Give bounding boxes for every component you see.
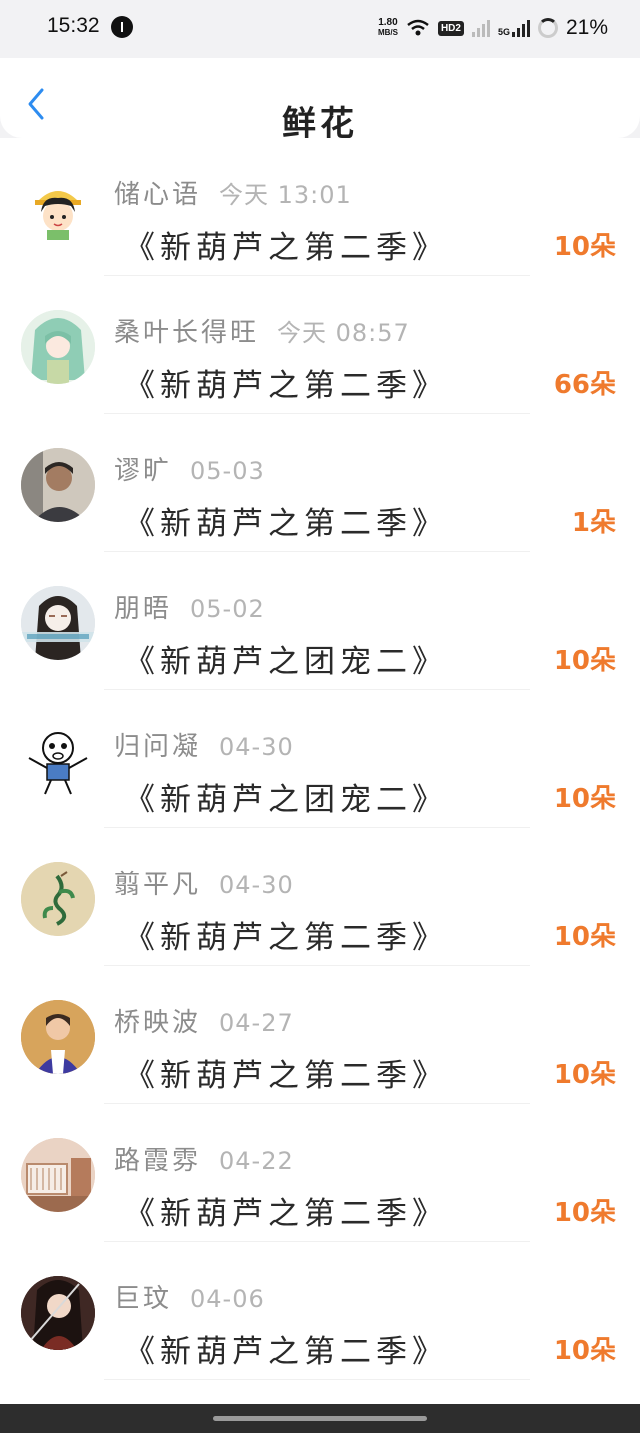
header: 鲜花 bbox=[0, 58, 640, 138]
battery-percent: 21% bbox=[565, 16, 608, 39]
send-time: 04-22 bbox=[219, 1147, 294, 1175]
send-time: 04-30 bbox=[219, 871, 294, 899]
avatar[interactable] bbox=[21, 310, 95, 384]
home-indicator[interactable] bbox=[213, 1416, 427, 1421]
list-item[interactable]: 归问凝 04-30 《新葫芦之团宠二》 10朵 bbox=[0, 690, 640, 828]
sender-name: 巨玟 bbox=[114, 1284, 173, 1314]
send-time: 04-27 bbox=[219, 1009, 294, 1037]
send-time: 04-30 bbox=[219, 733, 294, 761]
signal-sim1-icon bbox=[471, 19, 490, 37]
list-item[interactable]: 桥映波 04-27 《新葫芦之第二季》 10朵 bbox=[0, 966, 640, 1104]
notification-icon bbox=[111, 16, 133, 38]
flower-count: 10朵 bbox=[553, 232, 616, 262]
flower-count: 10朵 bbox=[553, 1336, 616, 1366]
send-time: 05-02 bbox=[190, 595, 265, 623]
flower-count: 1朵 bbox=[571, 508, 616, 538]
send-time: 05-03 bbox=[190, 457, 265, 485]
wifi-icon bbox=[407, 19, 429, 36]
status-bar: 15:32 1.80 MB/S HD2 5G 21% bbox=[0, 0, 640, 58]
work-title: 《新葫芦之第二季》 bbox=[124, 1334, 448, 1370]
net-speed-value: 1.80 bbox=[378, 17, 398, 28]
flower-count: 10朵 bbox=[553, 646, 616, 676]
net-speed: 1.80 MB/S bbox=[378, 18, 398, 38]
status-indicators: 1.80 MB/S HD2 5G 21% bbox=[378, 14, 608, 42]
list-item[interactable]: 翦平凡 04-30 《新葫芦之第二季》 10朵 bbox=[0, 828, 640, 966]
sender-name: 路霞雰 bbox=[114, 1146, 202, 1176]
list-item[interactable]: 储心语 今天 13:01 《新葫芦之第二季》 10朵 bbox=[0, 138, 640, 276]
net-speed-unit: MB/S bbox=[377, 28, 398, 37]
sender-name: 朋晤 bbox=[114, 594, 173, 624]
work-title: 《新葫芦之第二季》 bbox=[124, 1196, 448, 1232]
signal-sim2: 5G bbox=[498, 19, 530, 37]
work-title: 《新葫芦之第二季》 bbox=[124, 920, 448, 956]
sender-name: 桥映波 bbox=[114, 1008, 202, 1038]
flower-count: 10朵 bbox=[553, 922, 616, 952]
avatar[interactable] bbox=[21, 1000, 95, 1074]
sender-name: 归问凝 bbox=[114, 732, 202, 762]
flower-count: 66朵 bbox=[553, 370, 616, 400]
avatar[interactable] bbox=[21, 1138, 95, 1212]
avatar[interactable] bbox=[21, 1276, 95, 1350]
avatar[interactable] bbox=[21, 586, 95, 660]
work-title: 《新葫芦之团宠二》 bbox=[124, 644, 448, 680]
avatar[interactable] bbox=[21, 862, 95, 936]
page-title: 鲜花 bbox=[282, 104, 358, 138]
list-item[interactable]: 路霞雰 04-22 《新葫芦之第二季》 10朵 bbox=[0, 1104, 640, 1242]
send-time: 04-06 bbox=[190, 1285, 265, 1313]
work-title: 《新葫芦之第二季》 bbox=[124, 506, 448, 542]
work-title: 《新葫芦之第二季》 bbox=[124, 1058, 448, 1094]
sender-name: 储心语 bbox=[114, 180, 202, 210]
sender-name: 桑叶长得旺 bbox=[114, 318, 260, 348]
avatar[interactable] bbox=[21, 724, 95, 798]
send-time: 今天 13:01 bbox=[219, 181, 352, 209]
list-item[interactable]: 谬旷 05-03 《新葫芦之第二季》 1朵 bbox=[0, 414, 640, 552]
status-time: 15:32 bbox=[47, 14, 100, 37]
signal-sim2-icon bbox=[511, 19, 530, 37]
flower-record-list: 储心语 今天 13:01 《新葫芦之第二季》 10朵 桑叶长得旺 今天 08:5… bbox=[0, 138, 640, 1406]
hd-badge: HD2 bbox=[437, 20, 464, 36]
send-time: 今天 08:57 bbox=[277, 319, 410, 347]
battery-icon bbox=[537, 18, 558, 38]
divider bbox=[104, 1379, 530, 1380]
net-type: 5G bbox=[497, 27, 510, 37]
avatar[interactable] bbox=[21, 172, 95, 246]
flower-count: 10朵 bbox=[553, 1198, 616, 1228]
sender-name: 谬旷 bbox=[114, 456, 173, 486]
system-nav-bar bbox=[0, 1404, 640, 1433]
list-item[interactable]: 桑叶长得旺 今天 08:57 《新葫芦之第二季》 66朵 bbox=[0, 276, 640, 414]
avatar[interactable] bbox=[21, 448, 95, 522]
work-title: 《新葫芦之第二季》 bbox=[124, 230, 448, 266]
list-item[interactable]: 朋晤 05-02 《新葫芦之团宠二》 10朵 bbox=[0, 552, 640, 690]
work-title: 《新葫芦之第二季》 bbox=[124, 368, 448, 404]
work-title: 《新葫芦之团宠二》 bbox=[124, 782, 448, 818]
sender-name: 翦平凡 bbox=[114, 870, 202, 900]
flower-count: 10朵 bbox=[553, 784, 616, 814]
flower-count: 10朵 bbox=[553, 1060, 616, 1090]
list-item[interactable]: 巨玟 04-06 《新葫芦之第二季》 10朵 bbox=[0, 1242, 640, 1380]
